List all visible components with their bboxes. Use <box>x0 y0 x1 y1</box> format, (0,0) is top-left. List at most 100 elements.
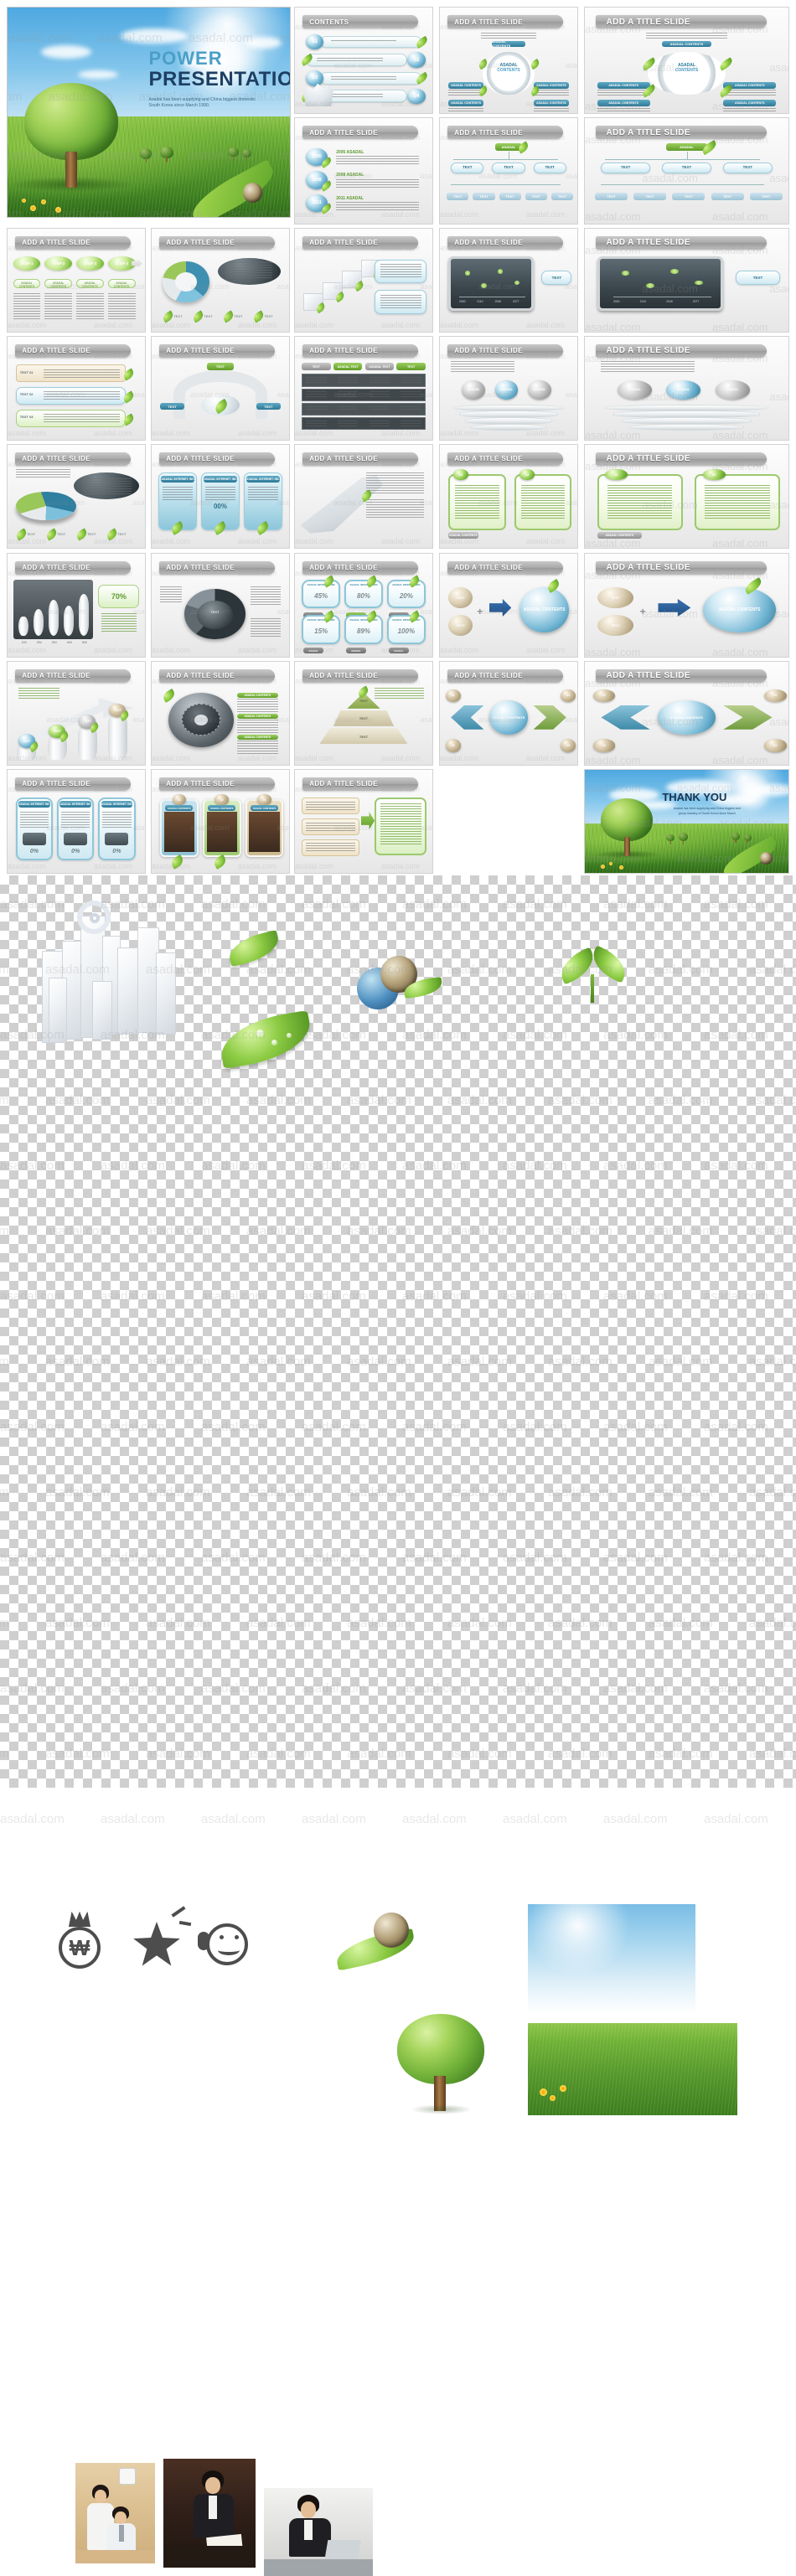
list-arrow[interactable] <box>360 812 375 830</box>
slide-radar-dial[interactable]: ADD A TITLE SLIDE ASADAL CONTENTS ASADAL C… <box>151 661 290 766</box>
compare-header-3[interactable]: ASADAL INTERNET. INC <box>101 800 133 808</box>
pie-3d[interactable] <box>15 491 76 521</box>
slide-donut-pie[interactable]: ADD A TITLE SLIDE TEXT TEXT TEXT TEXT asadal.… <box>151 228 290 333</box>
asset-green-tree-on-white[interactable] <box>385 2011 494 2119</box>
chart-bar-2[interactable] <box>34 608 44 637</box>
slide-merge-diagram[interactable]: ADD A TITLE SLIDE TEXT TEXT + ASADAL CONTENT… <box>439 553 578 658</box>
slide-arch-process[interactable]: ADD A TITLE SLIDE TEXT TEXT TEXT asadal.com a… <box>151 336 290 441</box>
org-leaf-1[interactable]: TEXT <box>447 192 469 201</box>
asset-star-sparkle-icon[interactable] <box>127 1906 192 1974</box>
slide-growth-cylinders[interactable]: ADD A TITLE SLIDE TEXT TEXT TEXT TEXT asadal.… <box>7 661 146 766</box>
panel-chip-3[interactable]: ASADAL INTERNET. INC <box>246 475 280 483</box>
merge-ball-2[interactable]: TEXT <box>447 615 473 637</box>
chart-bar-4[interactable] <box>64 606 74 637</box>
cycle-arrow-right[interactable] <box>533 705 566 730</box>
cycle-arrow-left[interactable] <box>451 705 484 730</box>
asset-businesswoman-on-phone-with-laptop[interactable] <box>264 2488 373 2576</box>
photo-number-3[interactable]: 03 <box>257 793 271 806</box>
slide-three-panels[interactable]: ADD A TITLE SLIDE ASADAL INTERNET. INC ASA… <box>151 444 290 549</box>
book-chip[interactable]: ASADAL CONTENTS <box>447 531 478 539</box>
podium-ball-1[interactable]: ASADAL <box>617 379 653 400</box>
merge-arrow[interactable] <box>658 598 691 617</box>
merge-result[interactable]: ASADAL CONTENTS <box>702 587 777 633</box>
photo-caption-3[interactable]: ASADAL CONTENTS <box>251 805 278 812</box>
slide-podium-wide[interactable]: ADD A TITLE SLIDE ASADAL ASADAL ASADAL asada… <box>584 336 789 441</box>
slide-photo-frames[interactable]: ADD A TITLE SLIDE 01 ASADAL CONTENTS 02 ASAD… <box>151 769 290 874</box>
asset-white-3d-city-blocks-with-at-symbol[interactable] <box>34 901 189 1051</box>
panel-chip-1[interactable]: ASADAL INTERNET. INC <box>161 475 194 483</box>
contents-number-3[interactable]: 03 <box>306 70 324 86</box>
podium-ball-3[interactable]: ASADAL <box>527 379 551 400</box>
table-header-3[interactable]: ASADAL TEXT <box>364 362 395 371</box>
slide-step-arrow[interactable]: ADD A TITLE SLIDE STEP 1 ASADAL CONTENTS ST… <box>7 228 146 333</box>
cycle-center[interactable]: ASADAL CONTENTS <box>658 700 716 735</box>
cycle-badge-1[interactable]: 01 <box>592 689 616 703</box>
arch-top-chip[interactable]: TEXT <box>206 362 235 370</box>
slide-org-chart-wide[interactable]: ADD A TITLE SLIDE ASADAL TEXT TEXT TEXT TEXT T… <box>584 117 789 225</box>
arch-side-chip-1[interactable]: TEXT <box>159 402 185 410</box>
chart-bar-3[interactable] <box>49 600 59 637</box>
panel-chip-2[interactable]: ASADAL INTERNET. INC <box>204 475 237 483</box>
cycle-badge-4[interactable]: 04 <box>561 739 576 752</box>
side-chip-3[interactable]: ASADAL CONTENTS <box>597 100 650 107</box>
cycle-badge-2[interactable]: 02 <box>592 739 616 752</box>
org-leaf-4[interactable]: TEXT <box>711 192 744 201</box>
slide-dark-board[interactable]: ADD A TITLE SLIDE 2000 2110 2040 2077 TEXT asa… <box>439 228 578 333</box>
asset-green-sprout-seedling[interactable] <box>553 945 633 1011</box>
org-leaf-2[interactable]: TEXT <box>473 192 495 201</box>
slide-podium[interactable]: ADD A TITLE SLIDE ASADAL ASADAL ASADAL asada… <box>439 336 578 441</box>
top-chip[interactable]: ASADAL CONTENTS <box>662 40 711 48</box>
cycle-badge-3[interactable]: 03 <box>763 689 787 703</box>
contents-number-1[interactable]: 01 <box>306 34 324 50</box>
contents-number-4[interactable]: 04 <box>407 88 426 105</box>
slide-timeline[interactable]: ADD A TITLE SLIDE 2005 2005 ASADAL 2008 2008… <box>294 117 433 225</box>
org-leaf-5[interactable]: TEXT <box>550 192 574 201</box>
org-leaf-4[interactable]: TEXT <box>525 192 547 201</box>
slide-merge-wide[interactable]: ADD A TITLE SLIDE TEXT TEXT + ASADAL CONTENT… <box>584 553 789 658</box>
slide-dial-gauge[interactable]: ADD A TITLE SLIDE TEXT asadal.com asadal.co… <box>151 553 290 658</box>
asset-money-bag-won-icon[interactable]: ₩ <box>50 1910 114 1974</box>
chart-bar-5[interactable] <box>79 594 89 637</box>
podium-ball-2[interactable]: ASADAL <box>666 379 701 400</box>
cycle-badge-4[interactable]: 04 <box>763 739 787 752</box>
pct-chip-6[interactable]: ASADAL <box>388 648 410 654</box>
slide-dark-board-wide[interactable]: ADD A TITLE SLIDE 2000 2110 2040 2077 TEXT asa… <box>584 228 789 333</box>
radar-chip-3[interactable]: ASADAL CONTENTS <box>236 734 278 741</box>
slide-percent-grid[interactable]: ADD A TITLE SLIDE ASADAL INTERNET. INC 45%… <box>294 553 433 658</box>
slide-stack-rows[interactable]: ADD A TITLE SLIDE TEXT 01 TEXT 02 TEXT 03 as… <box>7 336 146 441</box>
slide-arrows-cycle[interactable]: ADD A TITLE SLIDE ASADAL CONTENTS 01 02 03 04 a… <box>439 661 578 766</box>
slide-book-panels-wide[interactable]: ADD A TITLE SLIDE 01 02 ASADAL CONTENTS asad… <box>584 444 789 549</box>
slide-circle-diagram-wide[interactable]: ADD A TITLE SLIDE ASADAL CONTENTS ASADAL CO… <box>584 7 789 114</box>
org-leaf-2[interactable]: TEXT <box>633 192 667 201</box>
podium-ball-1[interactable]: ASADAL <box>462 379 486 400</box>
slide-thank-you[interactable]: THANK YOU Asadal has been supplying and C… <box>584 769 789 874</box>
slide-stair-cubes[interactable]: ADD A TITLE SLIDE asadal.com asadal.com asa… <box>294 228 433 333</box>
slide-book-panels[interactable]: ADD A TITLE SLIDE 01 02 ASADAL CONTENTS asad… <box>439 444 578 549</box>
radar-chip-2[interactable]: ASADAL CONTENTS <box>236 713 278 720</box>
org-leaf-3[interactable]: TEXT <box>499 192 521 201</box>
asset-blue-sky-with-clouds[interactable] <box>528 1904 695 2013</box>
asset-snail-on-earth-globe[interactable] <box>352 942 452 1018</box>
table-header-4[interactable]: TEXT <box>396 362 426 371</box>
slide-compare-columns[interactable]: ADD A TITLE SLIDE ASADAL INTERNET. INC 0% A… <box>7 769 146 874</box>
merge-ball-1[interactable]: TEXT <box>447 587 473 609</box>
compare-header-2[interactable]: ASADAL INTERNET. INC <box>59 800 92 808</box>
asset-snail-on-leaf[interactable] <box>333 1906 427 1973</box>
org-leaf-5[interactable]: TEXT <box>749 192 783 201</box>
side-chip-1[interactable]: ASADAL CONTENTS <box>597 81 650 89</box>
table-header-1[interactable]: TEXT <box>302 362 331 371</box>
cycle-badge-3[interactable]: 03 <box>561 689 576 703</box>
table-header-2[interactable]: ASADAL TEXT <box>333 362 363 371</box>
pct-chip-5[interactable]: ASADAL <box>345 648 367 654</box>
cycle-badge-2[interactable]: 02 <box>445 739 461 752</box>
org-leaf-1[interactable]: TEXT <box>595 192 628 201</box>
podium-ball-2[interactable]: ASADAL <box>494 379 519 400</box>
asset-headphone-smiley-icon[interactable] <box>194 1910 258 1974</box>
cycle-arrow-left[interactable] <box>601 705 650 730</box>
slide-bar-chart[interactable]: ADD A TITLE SLIDE 10M 20M 30M 40M 50M 70% asada… <box>7 553 146 658</box>
growth-cyl-4[interactable] <box>107 713 127 761</box>
asset-two-business-people-at-desk[interactable] <box>75 2463 155 2563</box>
book-badge-2[interactable]: 02 <box>702 468 726 481</box>
slide-pie-3d[interactable]: ADD A TITLE SLIDE TEXT TEXT TEXT TEXT asadal.… <box>7 444 146 549</box>
cycle-arrow-right[interactable] <box>723 705 773 730</box>
